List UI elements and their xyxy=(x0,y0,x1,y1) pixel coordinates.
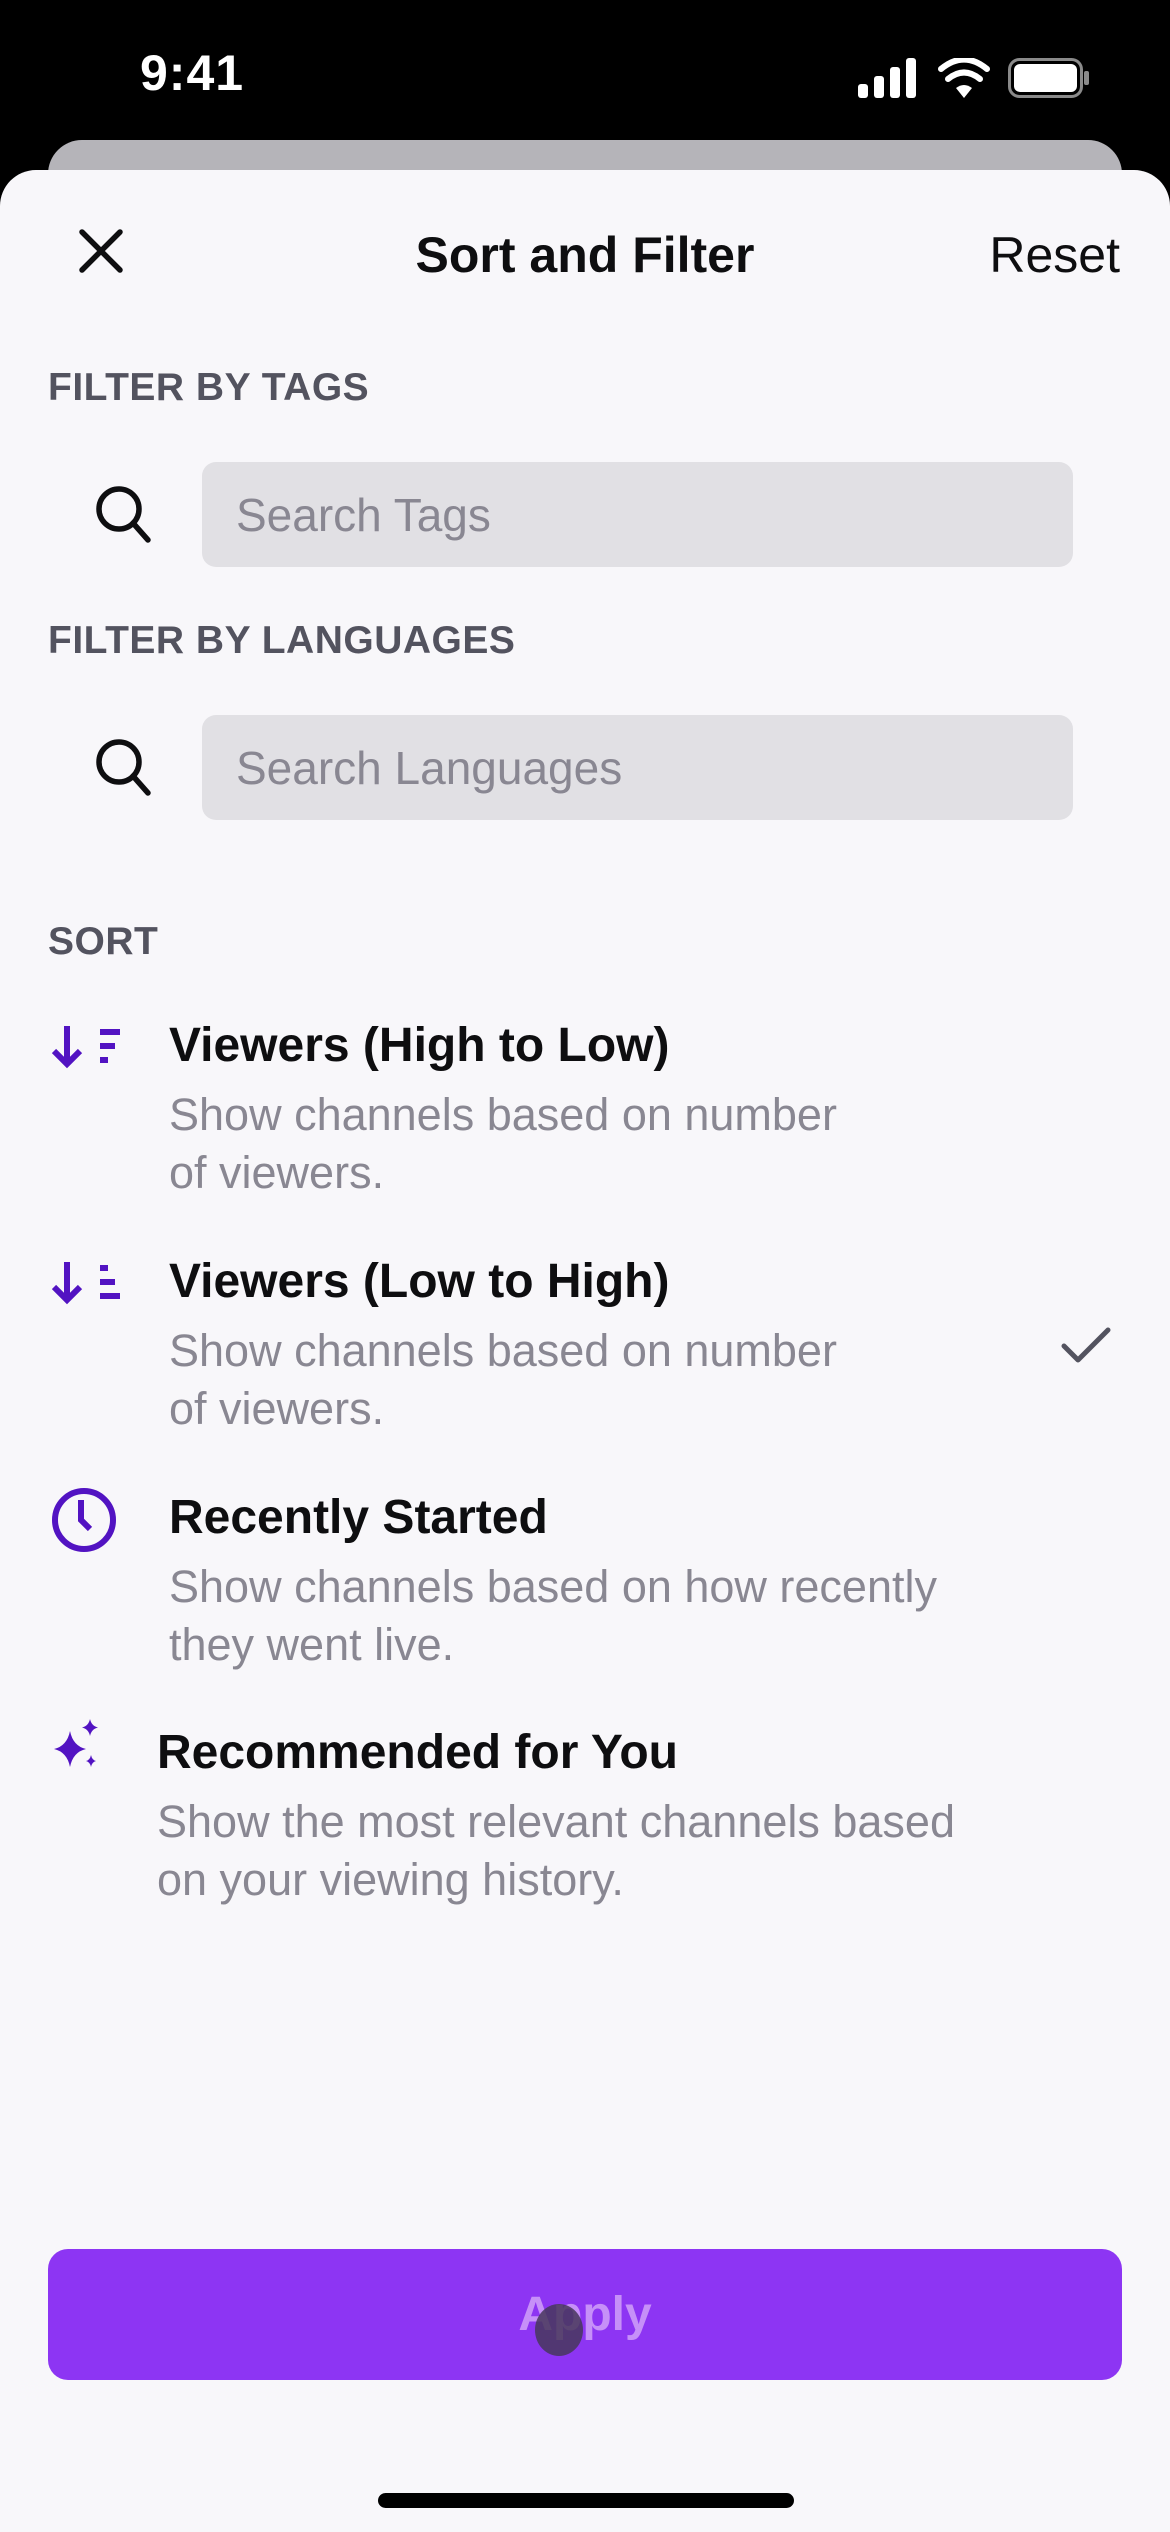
filter-languages-label: FILTER BY LANGUAGES xyxy=(48,619,516,662)
search-languages-input[interactable] xyxy=(202,715,1073,820)
sort-descending-icon xyxy=(51,1026,120,1069)
description-line: Show the most relevant channels based xyxy=(157,1796,955,1847)
sort-option-description: Show channels based on how recently they… xyxy=(169,1558,1069,1674)
sort-option-title: Recently Started xyxy=(169,1491,548,1544)
search-icon xyxy=(96,739,151,796)
sort-option-title: Viewers (High to Low) xyxy=(169,1019,670,1072)
filter-tags-label: FILTER BY TAGS xyxy=(48,366,370,409)
sort-option-recommended-for-you[interactable]: Recommended for You Show the most releva… xyxy=(0,1717,1170,1917)
sort-option-description: Show channels based on number of viewers… xyxy=(169,1322,1069,1438)
cellular-signal-icon xyxy=(858,58,916,98)
sort-label: SORT xyxy=(48,920,159,963)
description-line: of viewers. xyxy=(169,1383,385,1434)
checkmark-icon xyxy=(1061,1327,1111,1363)
reset-button[interactable]: Reset xyxy=(989,226,1120,284)
sort-option-recently-started[interactable]: Recently Started Show channels based on … xyxy=(0,1482,1170,1682)
sort-option-title: Recommended for You xyxy=(157,1726,678,1779)
wifi-icon xyxy=(938,58,990,98)
battery-icon xyxy=(1008,58,1089,98)
description-line: Show channels based on number xyxy=(169,1089,837,1140)
touch-indicator xyxy=(535,2304,583,2356)
description-line: of viewers. xyxy=(169,1147,385,1198)
clock-icon xyxy=(52,1488,116,1552)
description-line: Show channels based on how recently xyxy=(169,1561,937,1612)
status-time: 9:41 xyxy=(140,45,245,101)
sort-option-description: Show the most relevant channels based on… xyxy=(157,1793,1057,1909)
sort-option-title: Viewers (Low to High) xyxy=(169,1255,670,1308)
sparkle-icon xyxy=(54,1719,98,1767)
status-icons xyxy=(858,58,1090,98)
status-bar: 9:41 xyxy=(0,0,1170,140)
description-line: on your viewing history. xyxy=(157,1854,624,1905)
sort-option-viewers-high-to-low[interactable]: Viewers (High to Low) Show channels base… xyxy=(0,1010,1170,1210)
home-indicator[interactable] xyxy=(378,2493,794,2508)
apply-button[interactable]: Apply xyxy=(48,2249,1122,2380)
sort-ascending-icon xyxy=(51,1262,120,1305)
description-line: they went live. xyxy=(169,1619,455,1670)
search-tags-input[interactable] xyxy=(202,462,1073,567)
description-line: Show channels based on number xyxy=(169,1325,837,1376)
sort-option-viewers-low-to-high[interactable]: Viewers (Low to High) Show channels base… xyxy=(0,1246,1170,1446)
search-icon xyxy=(96,486,151,543)
sort-option-description: Show channels based on number of viewers… xyxy=(169,1086,1069,1202)
